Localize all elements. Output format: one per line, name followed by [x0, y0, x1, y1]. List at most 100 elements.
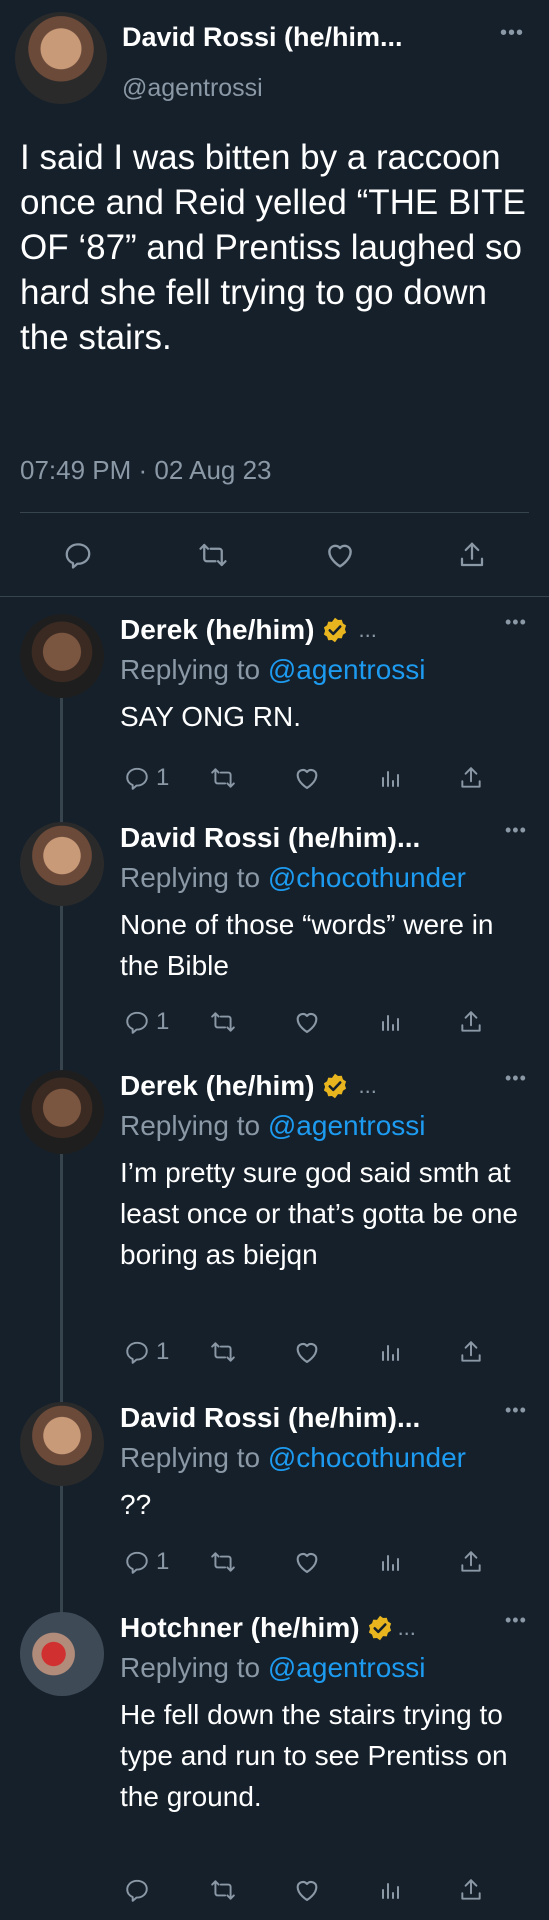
more-options-icon[interactable]: •••	[500, 22, 524, 45]
reply-count: 1	[156, 1338, 170, 1365]
replying-to-line: Replying to @agentrossi	[120, 654, 425, 686]
analytics-button[interactable]	[378, 760, 402, 796]
more-options-icon[interactable]: •••	[505, 820, 527, 841]
truncation-ellipsis: ...	[358, 617, 377, 642]
reply-count: 1	[156, 1008, 170, 1035]
avatar[interactable]	[20, 1612, 104, 1696]
like-button[interactable]	[320, 535, 360, 575]
more-options-icon[interactable]: •••	[505, 1610, 527, 1631]
replying-to-line: Replying to @agentrossi	[120, 1652, 425, 1684]
analytics-icon	[382, 1015, 399, 1031]
author-name[interactable]: Derek (he/him)	[120, 1070, 315, 1102]
analytics-button[interactable]	[378, 1004, 402, 1040]
reply-tweet[interactable]: Derek (he/him) ... ••• Replying to @agen…	[0, 1060, 549, 1372]
verified-badge-icon	[321, 616, 349, 644]
avatar[interactable]	[20, 822, 104, 906]
share-button[interactable]	[452, 535, 492, 575]
reply-text: None of those “words” were in the Bible	[120, 909, 494, 981]
share-icon	[461, 1879, 481, 1900]
share-icon	[461, 1551, 481, 1572]
analytics-icon	[382, 1555, 399, 1571]
mention-link[interactable]: @agentrossi	[268, 1652, 426, 1683]
like-button[interactable]	[293, 760, 321, 796]
reply-icon	[126, 767, 148, 790]
author-name[interactable]: David Rossi (he/him)...	[120, 1402, 420, 1434]
avatar[interactable]	[20, 1402, 104, 1486]
author-name[interactable]: Derek (he/him)	[120, 614, 315, 646]
analytics-button[interactable]	[378, 1872, 402, 1908]
author-name[interactable]: David Rossi (he/him)...	[120, 822, 420, 854]
reply-action-bar	[120, 1872, 481, 1908]
avatar[interactable]	[20, 1070, 104, 1154]
more-options-icon[interactable]: •••	[505, 1400, 527, 1421]
analytics-button[interactable]	[378, 1334, 402, 1370]
retweet-icon	[211, 1552, 235, 1572]
avatar[interactable]	[20, 614, 104, 698]
analytics-button[interactable]	[378, 1544, 402, 1580]
author-name[interactable]: Hotchner (he/him)	[120, 1612, 360, 1644]
reply-button[interactable]	[58, 535, 98, 575]
replying-to-line: Replying to @chocothunder	[120, 862, 466, 894]
like-button[interactable]	[293, 1872, 321, 1908]
reply-button[interactable]: 1	[124, 1004, 169, 1040]
divider	[20, 512, 529, 513]
retweet-icon	[211, 768, 235, 788]
share-button[interactable]	[458, 1544, 484, 1580]
reply-tweet[interactable]: David Rossi (he/him)... ••• Replying to …	[0, 1392, 549, 1582]
retweet-button[interactable]	[210, 1872, 236, 1908]
heart-icon	[296, 768, 318, 789]
reply-text: I’m pretty sure god said smth at least o…	[120, 1157, 518, 1270]
like-button[interactable]	[293, 1544, 321, 1580]
tweet-text: I said I was bitten by a raccoon once an…	[20, 138, 526, 357]
retweet-button[interactable]	[210, 1544, 236, 1580]
verified-badge-icon	[321, 1072, 349, 1100]
share-button[interactable]	[458, 760, 484, 796]
share-button[interactable]	[458, 1004, 484, 1040]
reply-button[interactable]	[124, 1872, 156, 1908]
avatar[interactable]	[15, 12, 107, 104]
like-button[interactable]	[293, 1004, 321, 1040]
reply-tweet[interactable]: Hotchner (he/him) ... ••• Replying to @a…	[0, 1602, 549, 1912]
like-button[interactable]	[293, 1334, 321, 1370]
reply-action-bar: 1	[120, 1334, 481, 1370]
share-icon	[461, 1011, 481, 1032]
mention-link[interactable]: @chocothunder	[268, 1442, 466, 1473]
reply-icon	[126, 1341, 148, 1364]
retweet-icon	[211, 1012, 235, 1032]
reply-tweet[interactable]: Derek (he/him) ... ••• Replying to @agen…	[0, 604, 549, 794]
replying-to-label: Replying to	[120, 1442, 261, 1473]
reply-button[interactable]: 1	[124, 1544, 169, 1580]
reply-icon	[65, 543, 91, 569]
replying-to-line: Replying to @chocothunder	[120, 1442, 466, 1474]
replying-to-label: Replying to	[120, 654, 261, 685]
mention-link[interactable]: @agentrossi	[268, 654, 426, 685]
share-icon	[460, 542, 484, 567]
more-options-icon[interactable]: •••	[505, 1068, 527, 1089]
mention-link[interactable]: @chocothunder	[268, 862, 466, 893]
reply-button[interactable]: 1	[124, 1334, 169, 1370]
more-options-icon[interactable]: •••	[505, 612, 527, 633]
tweet-timestamp[interactable]: 07:49 PM · 02 Aug 23	[20, 455, 272, 486]
reply-icon	[126, 1011, 148, 1034]
retweet-icon	[199, 543, 227, 567]
author-handle[interactable]: @agentrossi	[122, 74, 263, 103]
mention-link[interactable]: @agentrossi	[268, 1110, 426, 1141]
share-icon	[461, 767, 481, 788]
heart-icon	[296, 1342, 318, 1363]
heart-icon	[296, 1012, 318, 1033]
author-name[interactable]: David Rossi (he/him...	[122, 22, 403, 53]
truncation-ellipsis: ...	[358, 1073, 377, 1098]
share-button[interactable]	[458, 1334, 484, 1370]
reply-button[interactable]: 1	[124, 760, 169, 796]
reply-count: 1	[156, 1548, 170, 1575]
retweet-button[interactable]	[210, 760, 236, 796]
reply-tweet[interactable]: David Rossi (he/him)... ••• Replying to …	[0, 812, 549, 1042]
divider	[0, 596, 549, 597]
reply-action-bar: 1	[120, 1544, 481, 1580]
retweet-button[interactable]	[210, 1334, 236, 1370]
retweet-button[interactable]	[193, 535, 233, 575]
share-button[interactable]	[458, 1872, 484, 1908]
reply-icon	[126, 1879, 148, 1902]
analytics-icon	[382, 771, 399, 787]
retweet-button[interactable]	[210, 1004, 236, 1040]
